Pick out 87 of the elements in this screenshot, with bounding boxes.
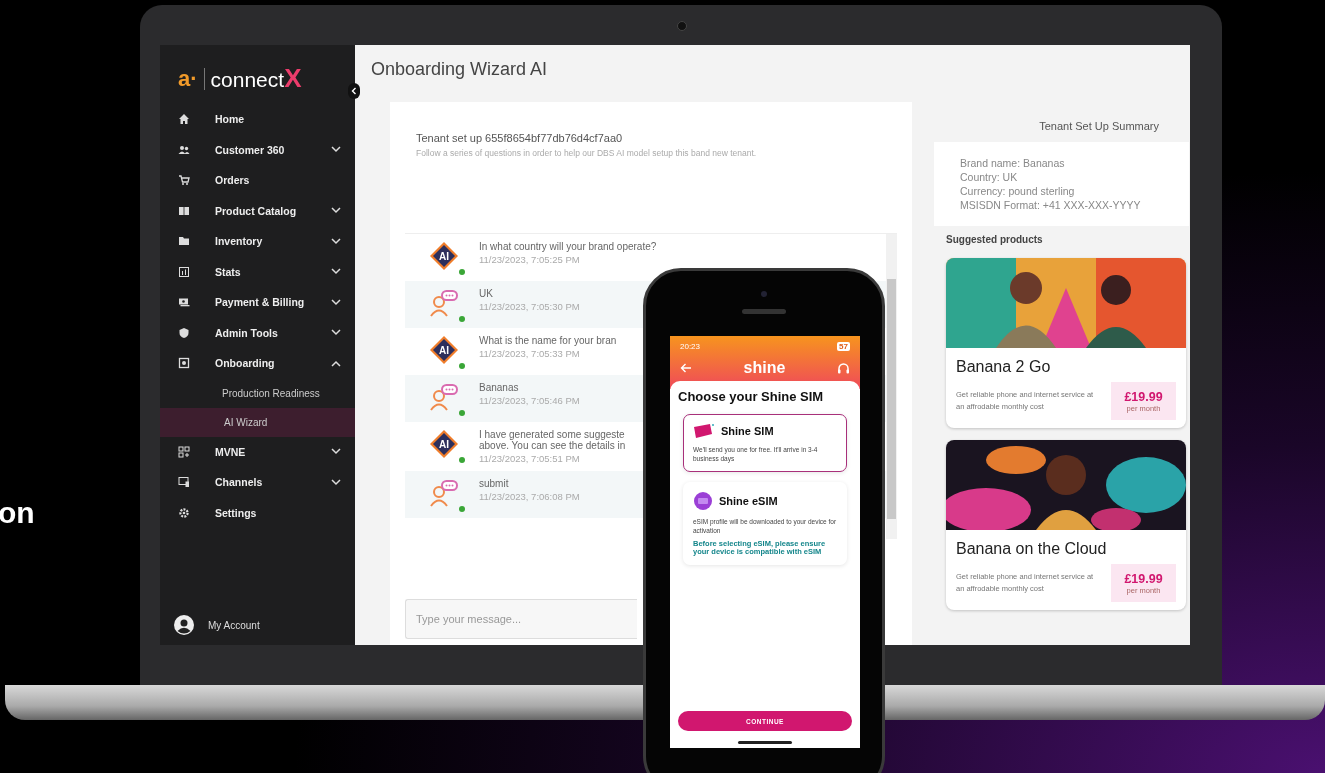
message-time: 11/23/2023, 7:05:30 PM: [479, 301, 580, 312]
message-input[interactable]: Type your message...: [405, 599, 637, 639]
online-dot: [459, 316, 465, 322]
summary-line: Brand name: Bananas: [960, 156, 1066, 170]
account-link[interactable]: My Account: [208, 619, 260, 631]
gear-box-icon: [178, 357, 190, 370]
screen-title: Choose your Shine SIM: [678, 389, 825, 404]
avatar-icon: [174, 615, 194, 635]
message-time: 11/23/2023, 7:06:08 PM: [479, 491, 580, 502]
shield-icon: [178, 326, 190, 339]
chart-icon: [178, 265, 190, 278]
online-dot: [459, 506, 465, 512]
section-title: Suggested products: [946, 234, 1044, 245]
online-dot: [459, 363, 465, 369]
speaker-icon: [742, 309, 786, 314]
user-chat-icon: [429, 478, 459, 508]
message-text: above. You can see the details in: [479, 440, 626, 451]
tenant-heading: Tenant set up 655f8654bf77db76d4cf7aa0: [416, 132, 624, 144]
settings-icon: [178, 506, 190, 519]
summary-line: Currency: pound sterling: [960, 184, 1076, 198]
back-icon[interactable]: [680, 363, 692, 373]
sidebar-item[interactable]: Admin Tools: [160, 317, 355, 348]
online-dot: [459, 410, 465, 416]
headset-icon[interactable]: [837, 361, 850, 375]
camera-icon: [677, 21, 687, 31]
scrollbar[interactable]: [886, 234, 897, 539]
online-dot: [459, 457, 465, 463]
sidebar-item[interactable]: Orders: [160, 165, 355, 196]
home-icon: [178, 113, 190, 126]
summary-line: Country: UK: [960, 170, 1019, 184]
option-name: Shine eSIM: [719, 495, 778, 507]
message-time: 11/23/2023, 7:05:25 PM: [479, 254, 581, 265]
ai-avatar-icon: AI: [429, 429, 459, 459]
user-chat-icon: [429, 382, 459, 412]
battery-indicator: 57: [837, 342, 850, 351]
message-text: I have generated some suggeste: [479, 429, 626, 440]
message-time: 11/23/2023, 7:05:51 PM: [479, 453, 581, 464]
folder-icon: [178, 235, 190, 248]
summary-line: MSISDN Format: +41 XXX-XXX-YYYY: [960, 198, 1142, 212]
tenant-subtitle: Follow a series of questions in order to help our DBS AI model setup this band new tenant.: [416, 148, 758, 158]
sim-card-icon: [693, 423, 715, 439]
submenu-item[interactable]: AI Wizard: [160, 407, 355, 437]
message-text: submit: [479, 478, 510, 489]
chevron-left-icon: [350, 87, 358, 95]
sidebar-item[interactable]: Payment & Billing: [160, 287, 355, 318]
price-text: £19.99: [1124, 389, 1163, 404]
camera-icon: [761, 291, 767, 297]
headline-text: on: [0, 496, 35, 530]
message-text: In what country will your brand operate?: [479, 241, 657, 252]
sidebar-item[interactable]: Stats: [160, 256, 355, 287]
screen-icon: [178, 476, 190, 489]
sidebar-item[interactable]: Channels: [160, 467, 355, 498]
price-text: £19.99: [1124, 571, 1163, 586]
ai-avatar-icon: AI: [429, 241, 459, 271]
user-chat-icon: [429, 288, 459, 318]
payment-icon: [178, 296, 190, 309]
sidebar-item[interactable]: Product Catalog: [160, 195, 355, 226]
collapse-button[interactable]: [348, 83, 360, 99]
summary-title: Tenant Set Up Summary: [1038, 120, 1160, 132]
message-text: UK: [479, 288, 494, 299]
sidebar-item[interactable]: Customer 360: [160, 134, 355, 165]
message-time: 11/23/2023, 7:05:46 PM: [479, 395, 580, 406]
logo-mark: a·: [178, 67, 205, 90]
online-dot: [459, 269, 465, 275]
option-name: Shine SIM: [721, 425, 774, 437]
sidebar-item[interactable]: Inventory: [160, 226, 355, 257]
brand-logo: shine: [743, 359, 786, 377]
sidebar-item[interactable]: Home: [160, 104, 355, 135]
message-text: Bananas: [479, 382, 520, 393]
sidebar-item[interactable]: Settings: [160, 497, 355, 528]
status-time: 20:23: [680, 342, 701, 351]
sidebar-item[interactable]: Onboarding: [160, 348, 355, 379]
product-name: Banana 2 Go: [956, 358, 1052, 376]
grid-plus-icon: [178, 445, 190, 458]
cart-icon: [178, 174, 190, 187]
ai-avatar-icon: AI: [429, 335, 459, 365]
message-text: What is the name for your bran: [479, 335, 617, 346]
submenu-item[interactable]: Production Readiness: [160, 378, 355, 408]
product-name: Banana on the Cloud: [956, 540, 1108, 558]
people-icon: [178, 143, 190, 156]
logo-text: connectX: [210, 63, 302, 94]
home-indicator: [738, 741, 792, 744]
book-icon: [178, 204, 190, 217]
chip-icon: [693, 491, 713, 511]
sidebar-item[interactable]: MVNE: [160, 436, 355, 467]
page-title: Onboarding Wizard AI: [371, 59, 549, 80]
message-time: 11/23/2023, 7:05:33 PM: [479, 348, 581, 359]
